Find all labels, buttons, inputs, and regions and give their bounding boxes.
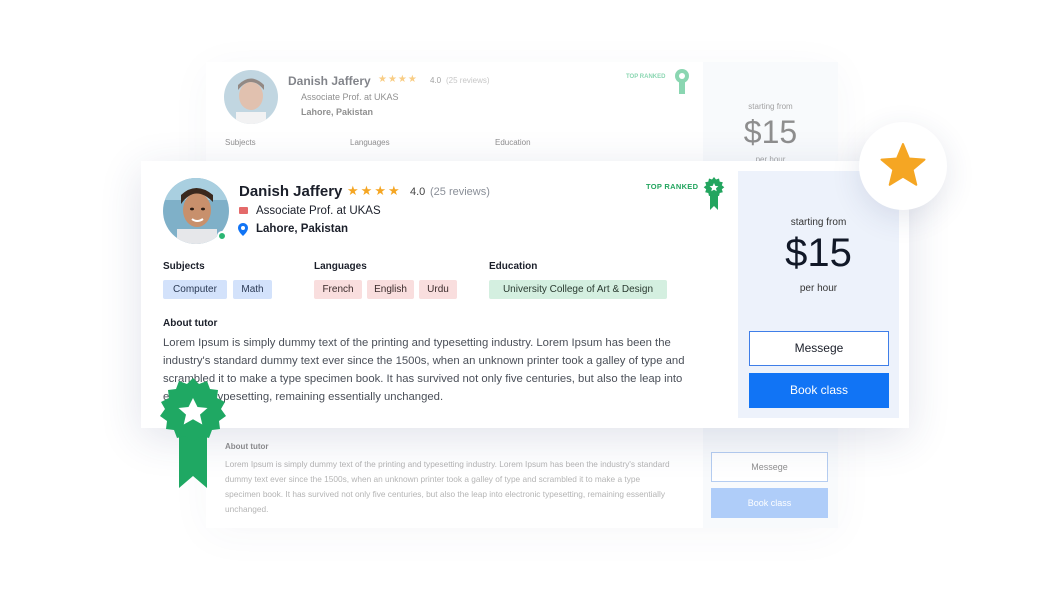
background-avatar (224, 70, 278, 124)
background-subjects-label: Subjects (225, 138, 256, 147)
reviews-count[interactable]: (25 reviews) (430, 186, 490, 198)
background-message-button[interactable]: Messege (711, 452, 828, 482)
background-tutor-title: Associate Prof. at UKAS (301, 92, 399, 102)
about-tutor-text: Lorem Ipsum is simply dummy text of the … (163, 337, 685, 403)
tutor-location: Lahore, Pakistan (256, 223, 349, 235)
education-label: Education (489, 261, 538, 272)
rating-value: 4.0 (410, 186, 426, 198)
language-tag-urdu[interactable]: Urdu (419, 280, 457, 299)
background-tutor-location: Lahore, Pakistan (301, 107, 374, 117)
subject-tag-math[interactable]: Math (233, 280, 272, 299)
tutor-name[interactable]: Danish Jaffery (239, 183, 342, 200)
price-panel: starting from $15 per hour Messege Book … (738, 171, 899, 418)
subject-tag-computer[interactable]: Computer (163, 280, 227, 299)
background-rating-value: 4.0 (430, 76, 442, 85)
starting-from-label: starting from (790, 217, 847, 228)
background-tutor-name: Danish Jaffery (288, 74, 371, 88)
award-ribbon-icon (703, 177, 725, 210)
book-class-button[interactable]: Book class (749, 373, 889, 408)
background-education-label: Education (495, 138, 531, 147)
background-book-class-button[interactable]: Book class (711, 488, 828, 518)
price-value: $15 (785, 231, 852, 275)
subjects-label: Subjects (163, 261, 205, 272)
favorite-star-badge (859, 122, 947, 210)
tutor-card: Danish Jaffery ★ ★ ★ ★ 4.0 (25 reviews) … (141, 161, 909, 428)
background-rating-stars: ★★★★ (378, 74, 418, 85)
tutor-title: Associate Prof. at UKAS (256, 205, 381, 217)
languages-label: Languages (314, 261, 367, 272)
rating-stars: ★ ★ ★ ★ (347, 183, 400, 199)
briefcase-icon (239, 207, 248, 214)
education-tag[interactable]: University College of Art & Design (489, 280, 667, 299)
message-button[interactable]: Messege (749, 331, 889, 366)
top-ranked-label: TOP RANKED (646, 182, 699, 191)
star-icon (880, 143, 926, 186)
award-ribbon-icon (160, 378, 226, 488)
background-reviews-count: (25 reviews) (446, 76, 490, 85)
per-hour-label: per hour (799, 283, 838, 294)
background-top-ranked-label: TOP RANKED (626, 74, 666, 80)
star-icon: ★ (387, 183, 400, 198)
background-about-text: Lorem Ipsum is simply dummy text of the … (225, 459, 670, 514)
star-icon: ★ (360, 183, 373, 198)
location-pin-icon (238, 223, 248, 236)
background-award-ribbon-icon (675, 69, 689, 94)
language-tag-french[interactable]: French (314, 280, 362, 299)
tutor-avatar-container (163, 178, 229, 244)
background-languages-label: Languages (350, 138, 390, 147)
star-icon: ★ (374, 183, 386, 198)
online-status-dot (217, 231, 227, 241)
background-about-label: About tutor (225, 442, 269, 451)
about-tutor-label: About tutor (163, 318, 218, 329)
star-icon: ★ (347, 183, 359, 198)
background-price: $15 (743, 114, 798, 150)
language-tag-english[interactable]: English (367, 280, 414, 299)
background-starting-from: starting from (748, 102, 793, 111)
